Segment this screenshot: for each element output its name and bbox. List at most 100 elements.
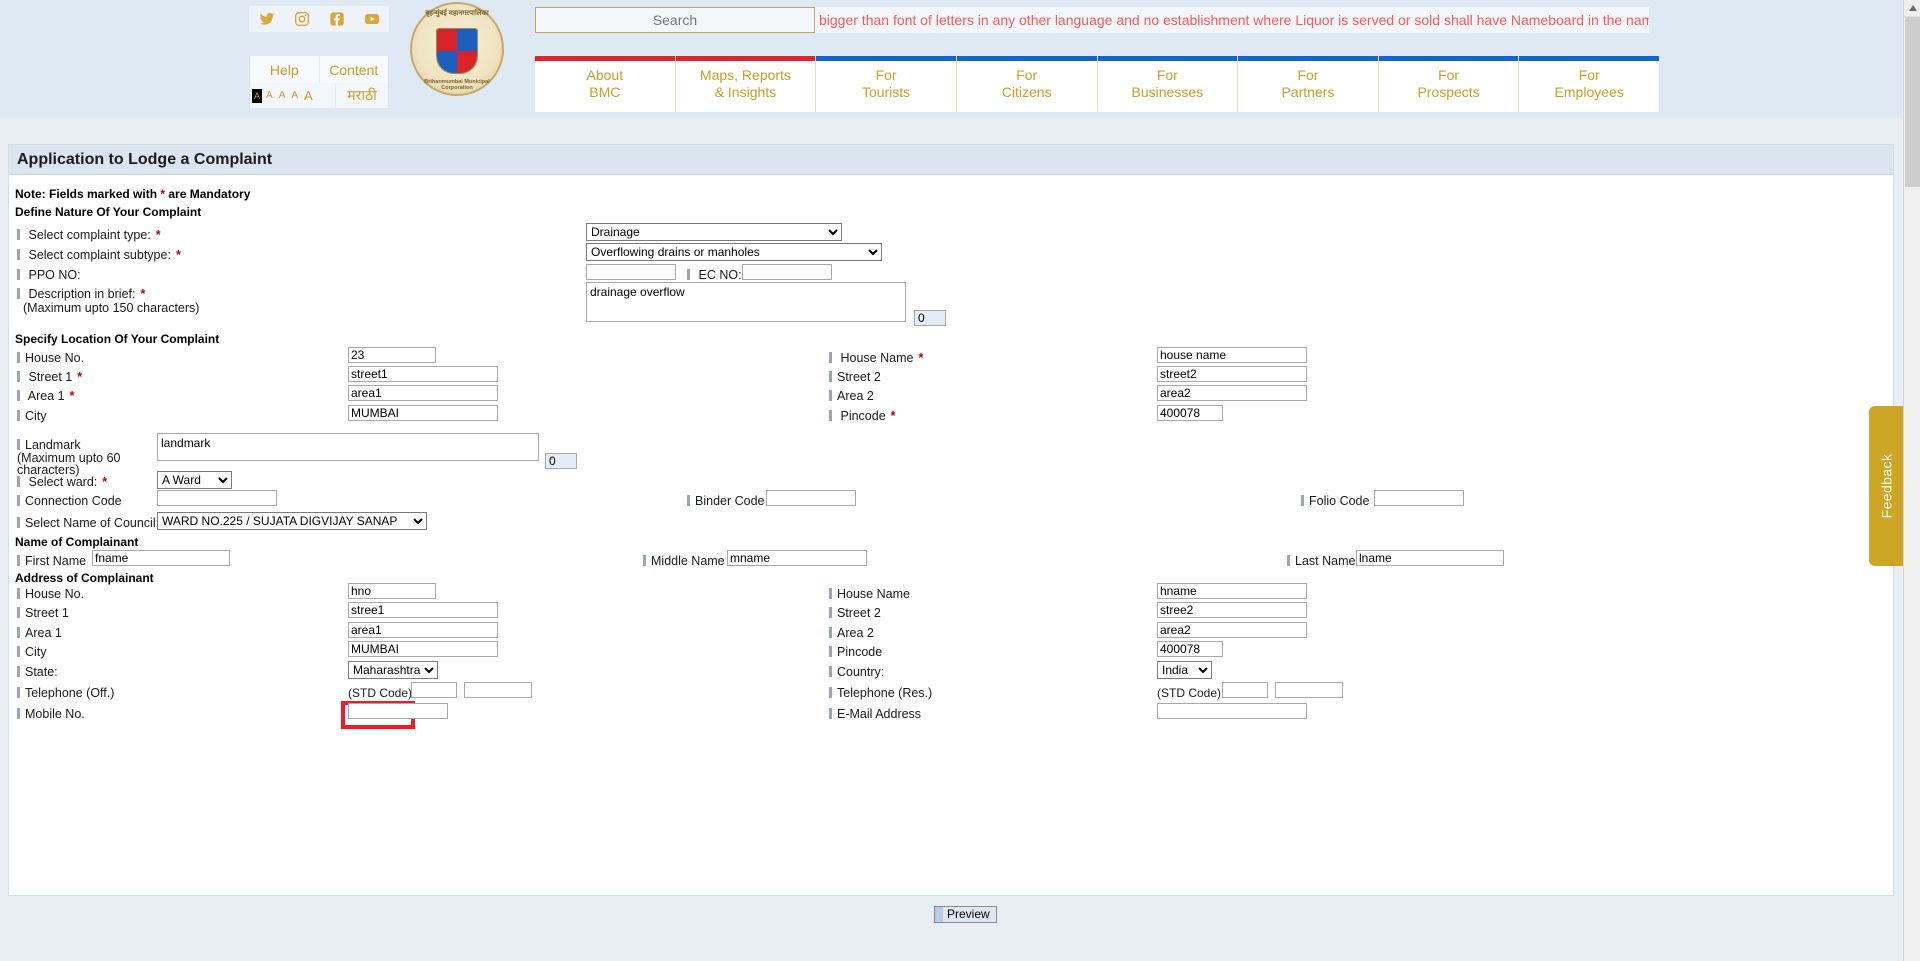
font-size-option-1[interactable]: A [264, 89, 275, 103]
nav-item-for-citizens[interactable]: For Citizens [956, 56, 1098, 112]
font-size-option-3[interactable]: A [289, 89, 300, 103]
nav-label-line2: Citizens [1001, 84, 1052, 100]
address-street1-input[interactable] [348, 602, 498, 618]
font-size-option-0[interactable]: A [252, 88, 263, 103]
address-pincode-input[interactable] [1157, 641, 1223, 657]
ppo-no-input[interactable] [586, 264, 676, 280]
label-ppo-no: PPO NO: [17, 268, 80, 282]
nav-label-line2: & Insights [714, 84, 777, 100]
page-title: Application to Lodge a Complaint [9, 145, 1893, 175]
site-header: Help Content A A A A A मराठी बृहन्मुंबई … [0, 0, 1920, 118]
complaint-form-panel: Application to Lodge a Complaint Note: F… [8, 144, 1894, 923]
content-link[interactable]: Content [319, 56, 388, 83]
address-area2-input[interactable] [1157, 622, 1307, 638]
label-select-ward-text: Select ward: [28, 475, 98, 489]
nav-label-line2: Partners [1281, 84, 1335, 100]
address-house-name-input[interactable] [1157, 583, 1307, 599]
middle-name-input[interactable] [727, 550, 867, 566]
nav-item-for-businesses[interactable]: For Businesses [1097, 56, 1239, 112]
scrollbar-track[interactable] [1904, 187, 1920, 961]
font-size-option-2[interactable]: A [277, 89, 288, 103]
instagram-icon[interactable] [294, 11, 310, 27]
binder-code-input[interactable] [766, 490, 856, 506]
location-house-no-input[interactable] [348, 347, 436, 363]
location-house-name-input[interactable] [1157, 347, 1307, 363]
mobile-no-input[interactable] [348, 703, 448, 719]
nav-item-for-employees[interactable]: For Employees [1519, 56, 1659, 112]
label-location-house-no: House No. [17, 351, 84, 365]
youtube-icon[interactable] [364, 11, 380, 27]
ward-select[interactable]: A Ward [157, 471, 232, 489]
tel-res-std-input[interactable] [1222, 682, 1268, 698]
email-address-input[interactable] [1157, 703, 1307, 719]
landmark-char-counter: 0 [545, 453, 577, 469]
landmark-textarea[interactable] [157, 433, 539, 461]
nav-item-about-bmc[interactable]: About BMC [535, 56, 676, 112]
main-navigation: About BMC Maps, Reports & Insights For T… [535, 56, 1659, 112]
scrollbar-thumb[interactable] [1905, 17, 1920, 187]
logo-bottom-text: Brihanmumbai Municipal Corporation [424, 79, 490, 91]
location-street1-input[interactable] [348, 366, 498, 382]
last-name-input[interactable] [1356, 550, 1504, 566]
address-area1-input[interactable] [348, 622, 498, 638]
note-suffix: are Mandatory [165, 187, 251, 201]
label-tel-res-std: (STD Code) [1157, 686, 1222, 700]
label-location-pincode: Pincode * [829, 409, 895, 423]
location-city-input[interactable] [348, 405, 498, 421]
label-location-city: City [17, 409, 47, 423]
label-address-house-name: House Name [829, 587, 910, 601]
label-address-street1: Street 1 [17, 606, 69, 620]
address-street2-input[interactable] [1157, 602, 1307, 618]
label-description: Description in brief: * [17, 287, 145, 301]
feedback-tab[interactable]: Feedback [1869, 406, 1903, 566]
search-input[interactable] [535, 7, 815, 33]
label-last-name: Last Name [1287, 554, 1355, 568]
logo-shield-icon [436, 28, 478, 74]
connection-code-input[interactable] [157, 490, 277, 506]
tel-off-std-input[interactable] [411, 682, 457, 698]
location-area2-input[interactable] [1157, 385, 1307, 401]
tel-off-number-input[interactable] [464, 682, 532, 698]
label-complaint-type: Select complaint type: * [17, 228, 160, 242]
country-select[interactable]: India [1157, 661, 1212, 679]
first-name-input[interactable] [92, 550, 230, 566]
address-house-no-input[interactable] [348, 583, 436, 599]
complaint-type-select[interactable]: Drainage [586, 223, 842, 241]
nav-item-for-partners[interactable]: For Partners [1238, 56, 1379, 112]
ec-no-input[interactable] [742, 264, 832, 280]
mandatory-note: Note: Fields marked with * are Mandatory [15, 187, 250, 201]
label-email-address: E-Mail Address [829, 707, 921, 721]
council-select[interactable]: WARD NO.225 / SUJATA DIGVIJAY SANAP [157, 512, 427, 530]
label-location-area1-text: Area 1 [27, 389, 65, 403]
complaint-subtype-select[interactable]: Overflowing drains or manholes [586, 243, 882, 261]
preview-button[interactable]: Preview [934, 906, 997, 923]
page-scrollbar[interactable] [1903, 0, 1920, 961]
tel-res-number-input[interactable] [1275, 682, 1343, 698]
label-landmark: Landmark [17, 438, 81, 452]
nav-item-for-prospects[interactable]: For Prospects [1378, 56, 1520, 112]
address-city-input[interactable] [348, 641, 498, 657]
location-area1-input[interactable] [348, 385, 498, 401]
nav-item-for-tourists[interactable]: For Tourists [816, 56, 957, 112]
facebook-icon[interactable] [329, 11, 345, 27]
state-select[interactable]: Maharashtra [348, 661, 438, 679]
label-description-text: Description in brief: [28, 287, 136, 301]
nav-item-maps-reports-insights[interactable]: Maps, Reports & Insights [675, 56, 817, 112]
help-link[interactable]: Help [250, 56, 320, 83]
language-toggle-marathi[interactable]: मराठी [335, 83, 388, 108]
description-textarea[interactable] [586, 282, 906, 322]
ticker-text: bigger than font of letters in any other… [819, 12, 1649, 28]
label-address-city: City [17, 645, 47, 659]
nav-label-line1: Maps, Reports [699, 67, 791, 83]
location-pincode-input[interactable] [1157, 405, 1223, 421]
label-select-council: Select Name of Council: [17, 516, 159, 530]
twitter-icon[interactable] [259, 11, 275, 27]
section-heading-address: Address of Complainant [15, 571, 154, 585]
label-address-pincode: Pincode [829, 645, 882, 659]
social-links-bar [249, 6, 389, 32]
location-street2-input[interactable] [1157, 366, 1307, 382]
scroll-up-arrow-icon[interactable] [1904, 0, 1920, 17]
label-address-area2: Area 2 [829, 626, 874, 640]
font-size-option-4[interactable]: A [302, 89, 315, 103]
folio-code-input[interactable] [1374, 490, 1464, 506]
